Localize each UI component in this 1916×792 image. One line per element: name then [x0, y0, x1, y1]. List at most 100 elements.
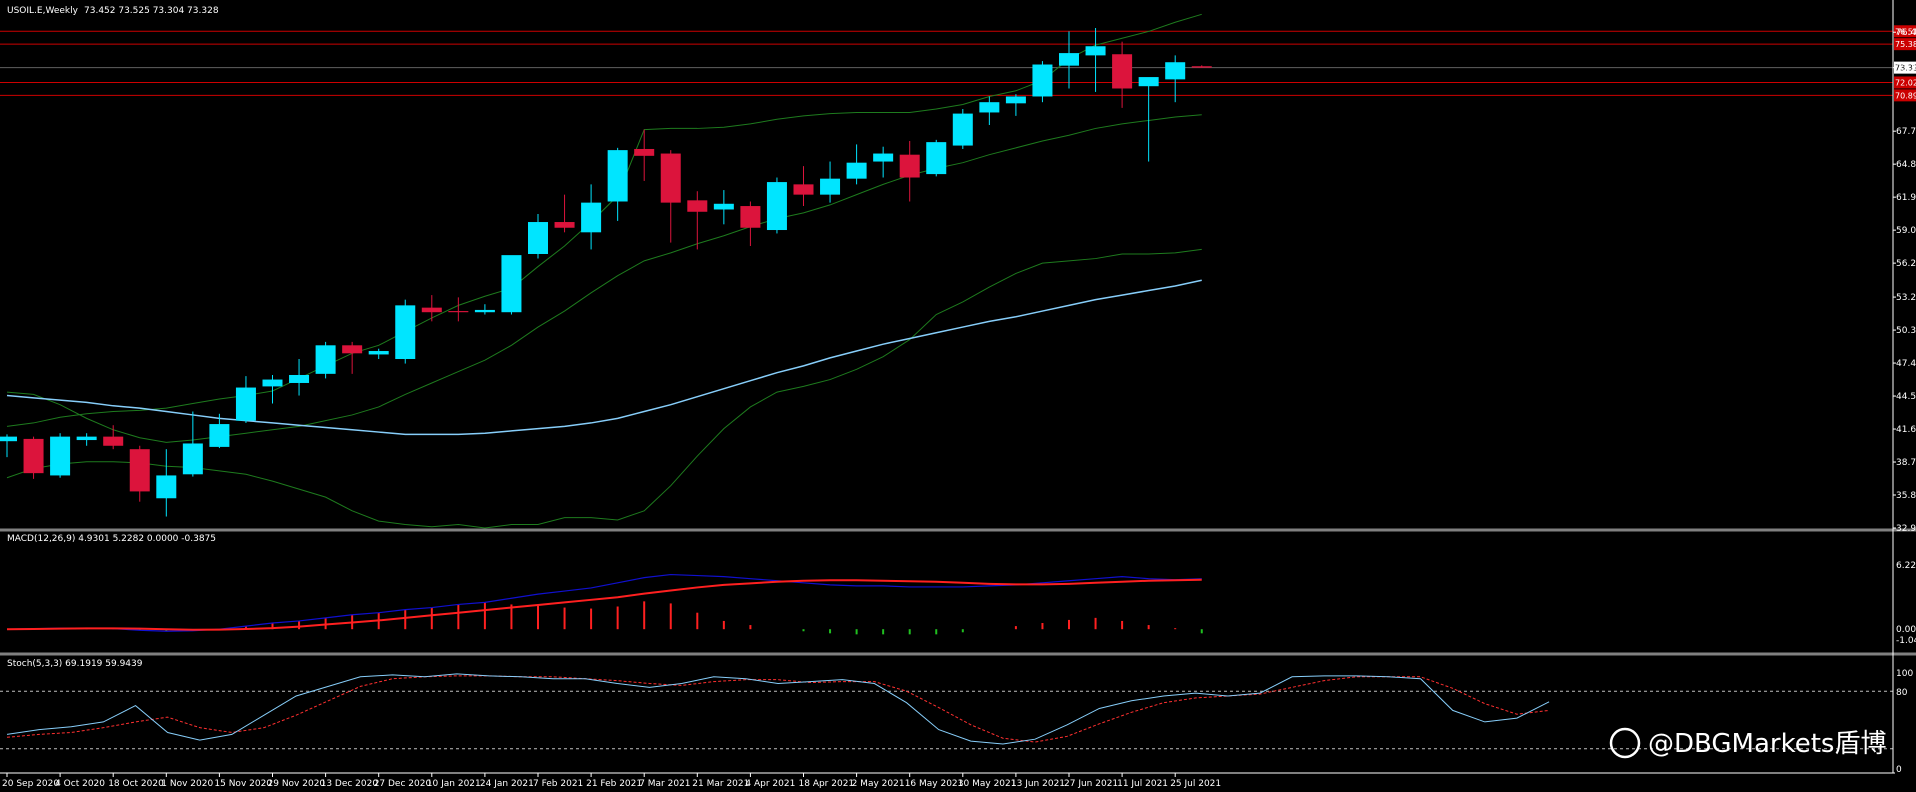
x-tick-label: 20 Sep 2020	[2, 779, 59, 788]
x-tick-label: 27 Jun 2021	[1064, 779, 1118, 788]
candle-body	[793, 184, 814, 195]
candle-body	[766, 182, 787, 231]
x-tick-label: 7 Feb 2021	[533, 779, 583, 788]
candle-body	[1059, 53, 1079, 66]
candle-body	[926, 142, 947, 175]
candle-body	[315, 345, 336, 374]
candle-body	[740, 206, 761, 228]
candle-body	[50, 436, 71, 476]
macd-y-tick-label: -1.0479	[1896, 636, 1916, 646]
candle-body	[713, 203, 734, 210]
x-tick-label: 30 May 2021	[958, 779, 1017, 788]
x-tick-label: 4 Oct 2020	[55, 779, 105, 788]
candle-body	[1191, 66, 1212, 68]
candle-body	[395, 305, 416, 360]
x-tick-label: 16 May 2021	[905, 779, 964, 788]
y-tick-label: 47.445	[1896, 359, 1916, 369]
candle-body	[846, 162, 867, 179]
macd-y-tick-label: 6.2264	[1896, 561, 1916, 571]
y-tick-label: 50.335	[1896, 326, 1916, 336]
x-tick-label: 10 Jan 2021	[427, 779, 481, 788]
candle-body	[474, 309, 495, 313]
candle-body	[607, 150, 628, 202]
level-label: 70.898	[1895, 91, 1916, 100]
x-tick-label: 21 Feb 2021	[586, 779, 642, 788]
y-tick-label: 53.225	[1896, 293, 1916, 303]
x-tick-label: 24 Jan 2021	[480, 779, 534, 788]
candle-body	[554, 222, 575, 228]
y-tick-label: 41.665	[1896, 425, 1916, 435]
candle-body	[289, 374, 310, 383]
x-tick-label: 15 Nov 2020	[214, 779, 272, 788]
x-tick-label: 18 Oct 2020	[108, 779, 164, 788]
candle-body	[687, 200, 708, 212]
chart-canvas[interactable]: 76.51175.38473.32872.02670.898 76.43073.…	[0, 0, 1916, 789]
candle-body	[182, 443, 203, 475]
price-header-ohlc: 73.452 73.525 73.304 73.328	[84, 6, 219, 16]
candle-body	[421, 307, 442, 313]
stoch-y-tick-label: 100	[1896, 669, 1913, 679]
x-tick-label: 2 May 2021	[852, 779, 905, 788]
candle-body	[103, 436, 124, 446]
x-tick-label: 27 Dec 2020	[374, 779, 432, 788]
x-tick-label: 13 Jun 2021	[1011, 779, 1065, 788]
candle-body	[448, 311, 469, 313]
candle-body	[262, 379, 283, 387]
candle-body	[156, 475, 177, 499]
level-label: 72.026	[1895, 78, 1916, 87]
y-tick-label: 38.775	[1896, 458, 1916, 468]
candle-body	[1138, 77, 1159, 87]
watermark-text: @DBGMarkets盾博	[1648, 729, 1886, 759]
y-tick-label: 56.200	[1896, 259, 1916, 269]
y-tick-label: 64.870	[1896, 160, 1916, 170]
candle-body	[820, 178, 841, 195]
x-tick-label: 25 Jul 2021	[1170, 779, 1221, 788]
trading-chart[interactable]: 76.51175.38473.32872.02670.898 76.43073.…	[0, 0, 1916, 792]
candle-body	[1112, 54, 1133, 89]
candle-body	[129, 449, 150, 492]
x-tick-label: 7 Mar 2021	[639, 779, 690, 788]
candle-body	[1165, 62, 1186, 80]
candle-body	[581, 202, 602, 233]
x-tick-label: 4 Apr 2021	[745, 779, 795, 788]
candle-body	[0, 436, 17, 442]
macd-header: MACD(12,26,9) 4.9301 5.2282 0.0000 -0.38…	[7, 534, 216, 544]
y-tick-label: 32.995	[1896, 524, 1916, 534]
x-tick-label: 21 Mar 2021	[692, 779, 749, 788]
candle-body	[1032, 64, 1053, 97]
candle-body	[634, 148, 655, 156]
x-tick-label: 29 Nov 2020	[268, 779, 326, 788]
stoch-y-tick-label: 80	[1896, 688, 1908, 698]
candle-body	[209, 424, 230, 447]
macd-y-tick-label: 0.00	[1896, 625, 1916, 635]
candle-body	[23, 438, 44, 474]
y-tick-label: 61.980	[1896, 193, 1916, 203]
y-tick-label: 35.885	[1896, 491, 1916, 501]
y-tick-label: 44.555	[1896, 392, 1916, 402]
stochastic-header: Stoch(5,3,3) 69.1919 59.9439	[7, 659, 143, 669]
price-header-symbol: USOIL.E,Weekly	[7, 6, 79, 16]
candle-body	[501, 255, 522, 313]
y-tick-label: 59.090	[1896, 226, 1916, 236]
level-label: 75.384	[1895, 40, 1916, 49]
x-tick-label: 1 Nov 2020	[161, 779, 213, 788]
candle-body	[979, 102, 1000, 113]
candle-body	[873, 153, 894, 162]
candle-body	[342, 345, 363, 354]
x-tick-label: 13 Dec 2020	[321, 779, 379, 788]
x-tick-label: 11 Jul 2021	[1117, 779, 1168, 788]
y-tick-label: 73.328	[1896, 64, 1916, 74]
stoch-y-tick-label: 0	[1896, 765, 1902, 775]
candle-body	[1085, 46, 1106, 56]
candle-body	[660, 153, 681, 203]
candle-body	[1005, 96, 1026, 104]
y-tick-label: 76.430	[1896, 28, 1916, 38]
candle-body	[528, 222, 548, 254]
y-tick-label: 67.760	[1896, 127, 1916, 137]
watermark: @DBGMarkets盾博	[1609, 727, 1886, 759]
candle-body	[952, 113, 973, 146]
x-tick-label: 18 Apr 2021	[799, 779, 855, 788]
candle-body	[368, 351, 389, 355]
candle-body	[899, 154, 920, 178]
candle-body	[235, 387, 256, 421]
